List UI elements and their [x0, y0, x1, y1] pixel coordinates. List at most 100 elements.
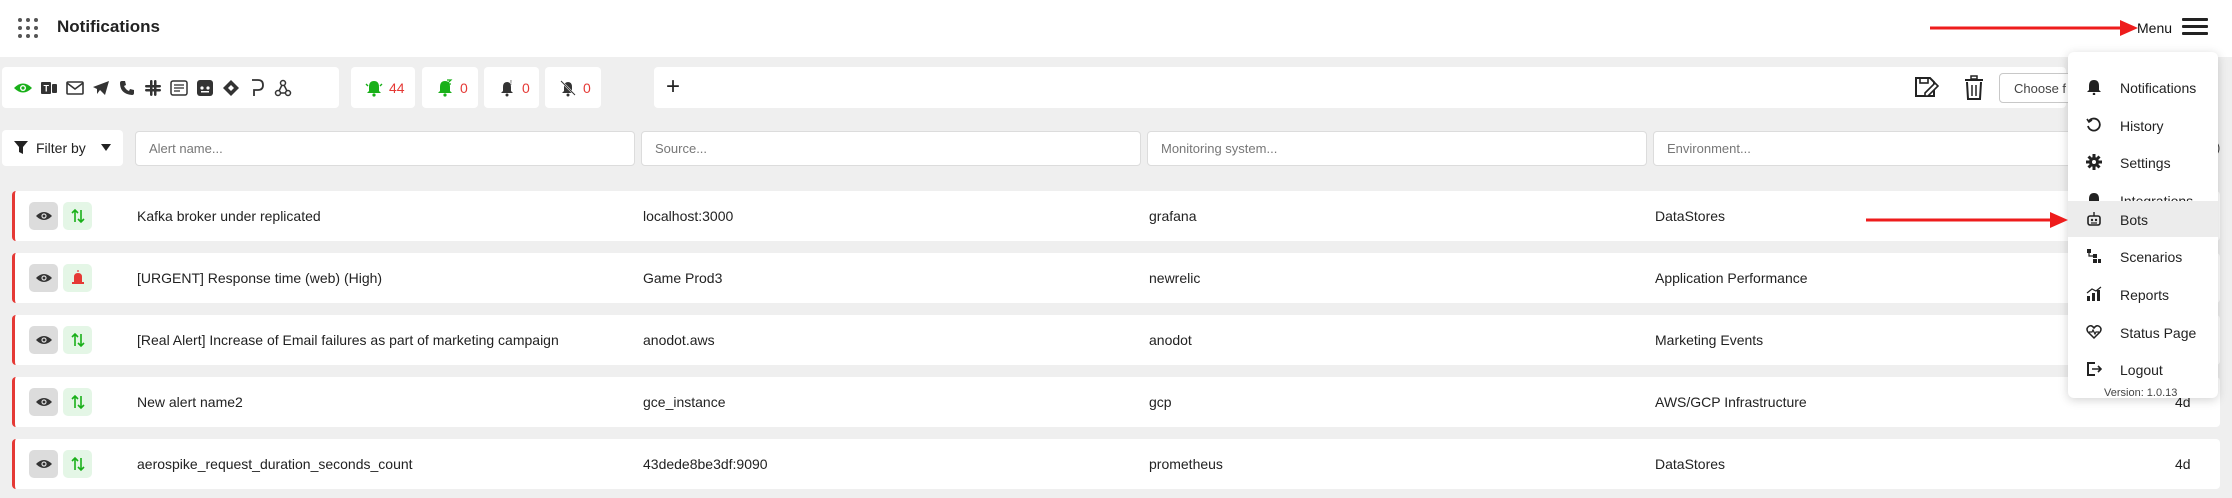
alert-environment: Application Performance	[1655, 270, 1808, 286]
swap-arrows-icon	[70, 208, 85, 224]
telegram-icon[interactable]	[90, 77, 112, 99]
annotation-arrow-menu	[1930, 20, 2138, 36]
alert-source: 43dede8be3df:9090	[643, 456, 768, 472]
alert-environment: DataStores	[1655, 208, 1726, 224]
alert-monitoring: grafana	[1149, 208, 1197, 224]
funnel-icon	[14, 141, 28, 154]
status-button[interactable]	[63, 450, 92, 478]
menu-item-history[interactable]: History	[2068, 107, 2218, 143]
alert-monitoring: prometheus	[1149, 456, 1223, 472]
eye-button[interactable]	[29, 202, 58, 230]
menu-item-label: Bots	[2120, 212, 2149, 228]
menu-item-reports[interactable]: Reports	[2068, 276, 2218, 312]
swap-arrows-icon	[70, 394, 85, 410]
email-icon[interactable]	[64, 77, 86, 99]
active-count: 44	[389, 79, 405, 96]
menu-item-label: History	[2120, 118, 2164, 134]
menu-item-scenarios[interactable]: Scenarios	[2068, 238, 2218, 274]
filter-by-label: Filter by	[36, 140, 86, 156]
teams-icon[interactable]: T	[38, 77, 60, 99]
slack-icon[interactable]	[142, 77, 164, 99]
bell-active-icon	[365, 80, 383, 97]
alert-age: 4d	[2175, 456, 2191, 472]
apps-grid-icon[interactable]	[16, 16, 40, 40]
eye-icon	[35, 398, 52, 406]
eye-icon	[35, 274, 52, 282]
swap-arrows-icon	[70, 332, 85, 348]
alert-row[interactable]: New alert name2 gce_instance gcp AWS/GCP…	[12, 377, 2220, 427]
discord-icon[interactable]	[194, 77, 216, 99]
status-button[interactable]	[63, 326, 92, 354]
menu-item-label: Settings	[2120, 155, 2171, 171]
counter-snoozed[interactable]: 0	[422, 67, 478, 108]
page-title: Notifications	[57, 17, 160, 36]
alert-monitoring: anodot	[1149, 332, 1192, 348]
eye-icon	[35, 212, 52, 220]
eye-button[interactable]	[29, 264, 58, 292]
status-button[interactable]	[63, 202, 92, 230]
menu-item-bots[interactable]: Bots	[2068, 201, 2218, 237]
alert-name: [Real Alert] Increase of Email failures …	[137, 332, 559, 348]
siren-icon	[71, 270, 84, 284]
status-button[interactable]	[63, 264, 92, 292]
channel-filter-bar: T	[2, 67, 339, 108]
bell-muted-icon	[560, 79, 576, 96]
counter-acked[interactable]: ! 0	[484, 67, 539, 108]
eye-icon	[35, 460, 52, 468]
snoozed-count: 0	[460, 79, 468, 96]
alert-name-input[interactable]	[135, 131, 635, 166]
eye-button[interactable]	[29, 326, 58, 354]
version-label: Version: 1.0.13	[2104, 387, 2178, 399]
main-menu-dropdown: Notifications History Settings Integrati…	[2068, 52, 2218, 399]
sms-icon[interactable]	[168, 77, 190, 99]
alert-environment: AWS/GCP Infrastructure	[1655, 394, 1807, 410]
phone-icon[interactable]	[116, 77, 138, 99]
alert-environment: DataStores	[1655, 456, 1726, 472]
acked-count: 0	[522, 79, 530, 96]
jira-icon[interactable]	[220, 77, 242, 99]
menu-item-settings[interactable]: Settings	[2068, 144, 2218, 180]
monitoring-system-input[interactable]	[1147, 131, 1647, 166]
status-button[interactable]	[63, 388, 92, 416]
swap-arrows-icon	[70, 456, 85, 472]
save-filter-icon[interactable]	[1913, 75, 1939, 101]
alert-row[interactable]: aerospike_request_duration_seconds_count…	[12, 439, 2220, 489]
alert-row[interactable]: [Real Alert] Increase of Email failures …	[12, 315, 2220, 365]
chart-icon	[2086, 286, 2102, 301]
alert-row[interactable]: [URGENT] Response time (web) (High) Game…	[12, 253, 2220, 303]
eye-button[interactable]	[29, 388, 58, 416]
tabs-bar: +	[654, 67, 2066, 108]
alert-name: [URGENT] Response time (web) (High)	[137, 270, 383, 286]
svg-text:!: !	[510, 80, 512, 87]
eye-icon[interactable]	[12, 77, 34, 99]
alert-environment: Marketing Events	[1655, 332, 1764, 348]
menu-item-label: Scenarios	[2120, 249, 2183, 265]
counter-muted[interactable]: 0	[545, 67, 601, 108]
alert-monitoring: gcp	[1149, 394, 1172, 410]
history-icon	[2086, 117, 2101, 132]
eye-button[interactable]	[29, 450, 58, 478]
bell-snoozed-icon	[438, 78, 453, 97]
filter-by-button[interactable]: Filter by	[2, 130, 123, 166]
top-bar: Notifications Menu	[0, 0, 2232, 57]
alert-name: aerospike_request_duration_seconds_count	[137, 456, 413, 472]
logout-icon	[2087, 362, 2102, 376]
alert-name: Kafka broker under replicated	[137, 208, 321, 224]
pagerduty-icon[interactable]	[246, 77, 268, 99]
environment-input[interactable]	[1653, 131, 2073, 166]
bell-acked-icon: !	[501, 80, 513, 96]
eye-icon	[35, 336, 52, 344]
menu-item-notifications[interactable]: Notifications	[2068, 69, 2218, 105]
hamburger-menu-icon[interactable]	[2182, 18, 2208, 38]
trash-icon[interactable]	[1962, 75, 1986, 101]
alert-source: anodot.aws	[643, 332, 715, 348]
webhook-icon[interactable]	[272, 77, 294, 99]
alert-source: gce_instance	[643, 394, 726, 410]
menu-label[interactable]: Menu	[2137, 20, 2172, 36]
menu-item-status-page[interactable]: Status Page	[2068, 314, 2218, 350]
add-tab-button[interactable]: +	[666, 75, 680, 99]
menu-item-logout[interactable]: Logout	[2068, 351, 2218, 387]
gear-icon	[2086, 154, 2102, 170]
source-input[interactable]	[641, 131, 1141, 166]
counter-active[interactable]: 44	[351, 67, 415, 108]
